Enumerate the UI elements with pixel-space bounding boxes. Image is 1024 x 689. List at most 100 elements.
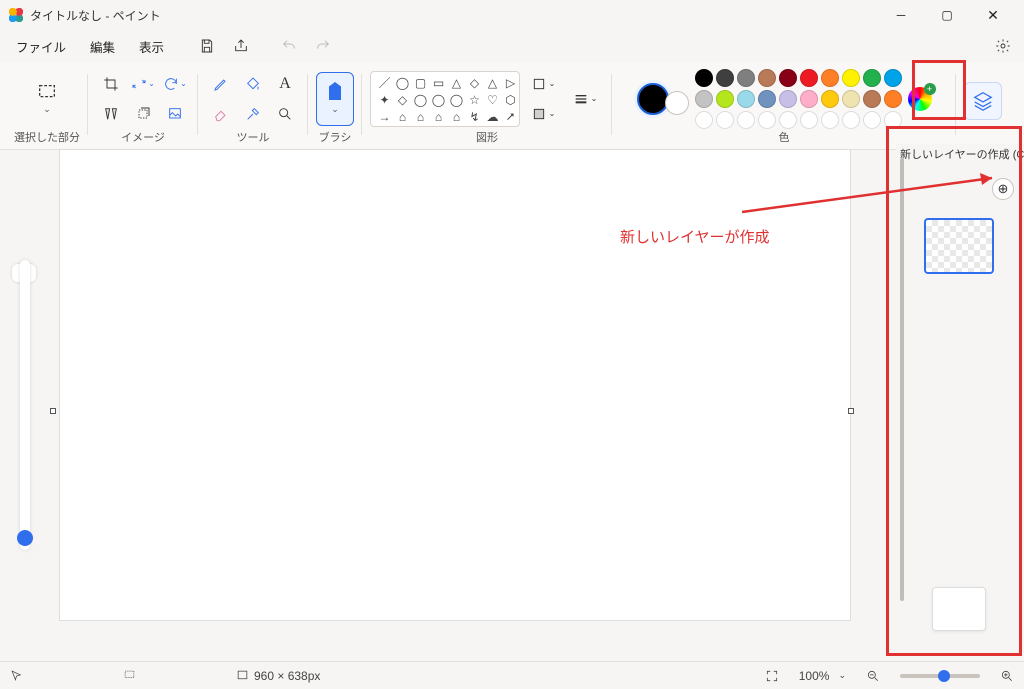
color-swatch-empty[interactable] — [821, 111, 839, 129]
shape-option[interactable]: ⭧ — [503, 110, 518, 124]
edit-colors-icon[interactable] — [908, 87, 932, 111]
menu-file[interactable]: ファイル — [6, 33, 76, 60]
shape-option[interactable]: ◯ — [449, 93, 464, 107]
color-swatch[interactable] — [758, 69, 776, 87]
undo-icon[interactable] — [274, 32, 304, 60]
line-width-icon[interactable]: ⌄ — [566, 85, 604, 113]
brush-size-slider[interactable] — [20, 260, 30, 550]
color-swatch[interactable] — [884, 69, 902, 87]
shape-option[interactable]: △ — [485, 76, 500, 90]
layers-scrollbar[interactable] — [900, 158, 904, 601]
redo-icon[interactable] — [308, 32, 338, 60]
text-icon[interactable]: A — [270, 70, 300, 98]
shape-option[interactable]: ↯ — [467, 110, 482, 124]
picker-icon[interactable] — [238, 100, 268, 128]
color-swatch[interactable] — [737, 69, 755, 87]
close-button[interactable]: ✕ — [970, 0, 1016, 30]
shape-option[interactable]: ✦ — [377, 93, 392, 107]
flip-icon[interactable] — [96, 100, 126, 128]
resize-icon[interactable]: ⌄ — [128, 70, 158, 98]
color-swatch-empty[interactable] — [737, 111, 755, 129]
shape-option[interactable]: ◯ — [395, 76, 410, 90]
menu-edit[interactable]: 編集 — [80, 33, 125, 60]
color-swatch-empty[interactable] — [716, 111, 734, 129]
shape-option[interactable]: ◇ — [395, 93, 410, 107]
color-swatch[interactable] — [884, 90, 902, 108]
color-swatch[interactable] — [695, 69, 713, 87]
image-prop-icon[interactable] — [160, 100, 190, 128]
shape-option[interactable]: ⌂ — [431, 110, 446, 124]
color-swatch[interactable] — [821, 90, 839, 108]
shape-option[interactable]: ⬡ — [503, 93, 518, 107]
color-secondary[interactable] — [665, 91, 689, 115]
background-thumbnail[interactable] — [932, 587, 986, 631]
shape-option[interactable]: △ — [449, 76, 464, 90]
brush-tool[interactable]: ⌄ — [316, 72, 354, 126]
color-swatch[interactable] — [737, 90, 755, 108]
color-swatch-empty[interactable] — [863, 111, 881, 129]
shape-option[interactable]: ⌂ — [449, 110, 464, 124]
zoom-value[interactable]: 100%⌄ — [799, 669, 846, 683]
shapes-gallery[interactable]: ／◯▢▭△◇△▷✦◇◯◯◯☆♡⬡→⌂⌂⌂⌂↯☁⭧ — [370, 71, 520, 127]
shape-option[interactable]: ▢ — [413, 76, 428, 90]
layers-button[interactable] — [964, 82, 1002, 120]
color-swatch-empty[interactable] — [758, 111, 776, 129]
resize-handle-e[interactable] — [848, 408, 854, 414]
color-swatch[interactable] — [842, 90, 860, 108]
maximize-button[interactable]: ▢ — [924, 0, 970, 30]
add-layer-button[interactable]: ⊕ — [992, 178, 1014, 200]
shape-option[interactable]: ◯ — [413, 93, 428, 107]
resize-handle-w[interactable] — [50, 408, 56, 414]
eraser-icon[interactable] — [206, 100, 236, 128]
menu-view[interactable]: 表示 — [129, 33, 174, 60]
shape-option[interactable]: ☁ — [485, 110, 500, 124]
color-swatch[interactable] — [758, 90, 776, 108]
shape-option[interactable]: ⌂ — [413, 110, 428, 124]
color-swatch-empty[interactable] — [884, 111, 902, 129]
shape-outline-icon[interactable]: ⌄ — [524, 70, 562, 98]
shape-option[interactable]: ◇ — [467, 76, 482, 90]
layer-thumbnail-1[interactable] — [924, 218, 994, 274]
zoom-in-icon[interactable] — [1000, 669, 1014, 683]
color-swatch[interactable] — [800, 69, 818, 87]
color-swatch[interactable] — [716, 69, 734, 87]
canvas[interactable] — [60, 150, 850, 620]
rotate-icon[interactable]: ⌄ — [160, 70, 190, 98]
color-swatch[interactable] — [842, 69, 860, 87]
zoom-out-icon[interactable] — [866, 669, 880, 683]
color-swatch[interactable] — [800, 90, 818, 108]
shape-option[interactable]: ⌂ — [395, 110, 410, 124]
color-swatch-empty[interactable] — [842, 111, 860, 129]
shape-option[interactable]: ☆ — [467, 93, 482, 107]
shape-option[interactable]: ◯ — [431, 93, 446, 107]
color-swatch[interactable] — [716, 90, 734, 108]
shape-option[interactable]: → — [377, 110, 392, 124]
shape-fill-icon[interactable]: ⌄ — [524, 100, 562, 128]
magnify-icon[interactable] — [270, 100, 300, 128]
color-swatch[interactable] — [821, 69, 839, 87]
brush-size-handle[interactable] — [17, 530, 33, 546]
shape-option[interactable]: ♡ — [485, 93, 500, 107]
color-swatch-empty[interactable] — [695, 111, 713, 129]
color-swatch[interactable] — [695, 90, 713, 108]
save-icon[interactable] — [192, 32, 222, 60]
shape-option[interactable]: ▭ — [431, 76, 446, 90]
shape-option[interactable]: ▷ — [503, 76, 518, 90]
color-primary[interactable] — [637, 83, 669, 115]
color-swatch[interactable] — [779, 90, 797, 108]
fill-icon[interactable] — [238, 70, 268, 98]
pencil-icon[interactable] — [206, 70, 236, 98]
shape-option[interactable]: ／ — [377, 76, 392, 90]
zoom-slider[interactable] — [900, 674, 980, 678]
crop-icon[interactable] — [96, 70, 126, 98]
color-swatch[interactable] — [863, 90, 881, 108]
color-swatch-empty[interactable] — [800, 111, 818, 129]
fit-screen-icon[interactable] — [765, 669, 779, 683]
share-icon[interactable] — [226, 32, 256, 60]
minimize-button[interactable]: ─ — [878, 0, 924, 30]
settings-icon[interactable] — [988, 32, 1018, 60]
color-swatch[interactable] — [779, 69, 797, 87]
skew-icon[interactable] — [128, 100, 158, 128]
color-swatch-empty[interactable] — [779, 111, 797, 129]
select-tool[interactable]: ⌄ — [28, 73, 66, 125]
